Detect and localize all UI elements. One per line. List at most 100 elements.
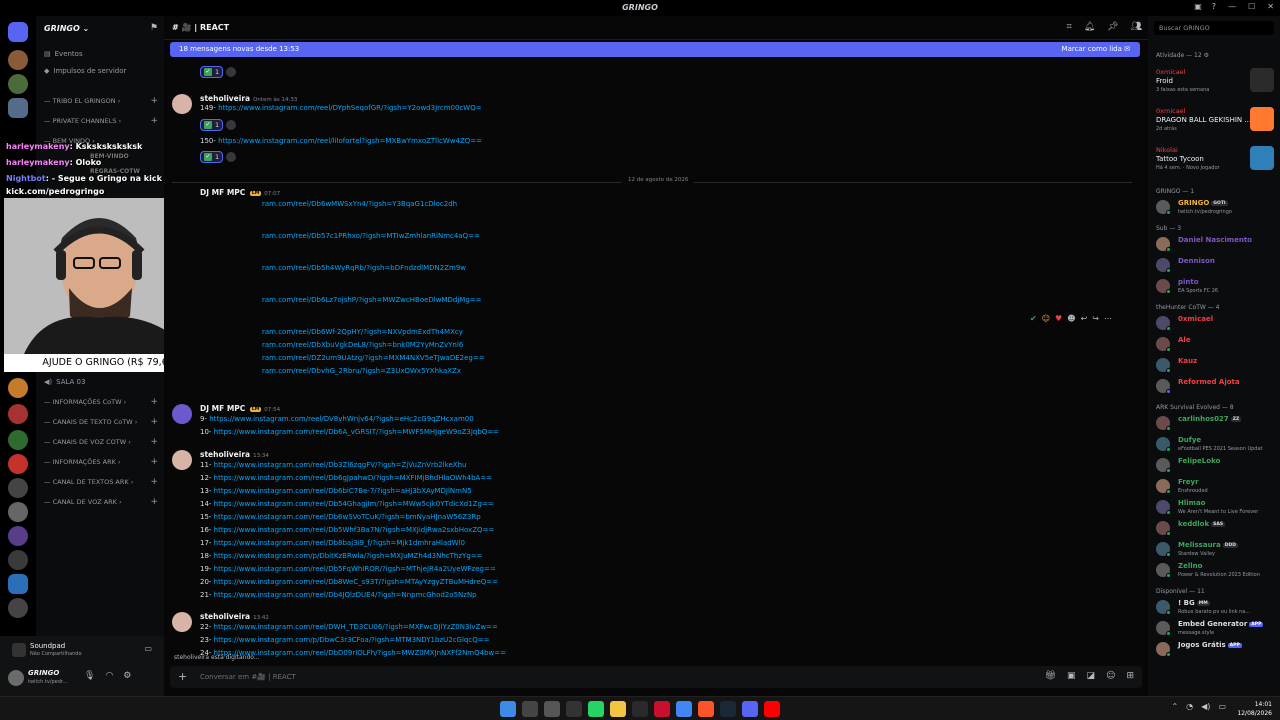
member-item[interactable]: pinto EA Sports FC 26 (1156, 277, 1278, 297)
link[interactable]: https://www.instagram.com/reel/Db4JQlzDU… (214, 591, 477, 599)
reaction-checkmark[interactable]: ✓ 1 (200, 119, 224, 131)
add-channel-icon[interactable]: + (150, 417, 158, 427)
link[interactable]: https://www.instagram.com/reel/DWH_TD3CU… (214, 623, 498, 631)
message-author[interactable]: DJ MF MPC LM 07:54 (200, 404, 280, 413)
member-item[interactable]: GRINGO GOTI twitch.tv/pedrogringo (1156, 198, 1278, 218)
brave-icon[interactable] (698, 701, 714, 717)
server-icon[interactable] (8, 550, 28, 570)
battery-icon[interactable]: ▭ (1218, 702, 1226, 711)
server-icon[interactable] (8, 50, 28, 70)
link[interactable]: ram.com/reel/Db6Lz7ojshP/?igsh=MWZwcHBoe… (262, 296, 482, 304)
link[interactable]: ram.com/reel/DbvhG_2Rbru/?igsh=Z3UxOWx5Y… (262, 367, 461, 375)
chevron-up-icon[interactable]: ⌃ (1171, 702, 1178, 711)
reaction-checkmark[interactable]: ✓ 1 (200, 66, 224, 78)
member-item[interactable]: 0xmicael (1156, 314, 1278, 334)
link[interactable]: https://www.instagram.com/reel/Db54Ghagj… (214, 500, 494, 508)
link[interactable]: ram.com/reel/Db57c1PRhxo/?igsh=MTIwZmhla… (262, 232, 480, 240)
link[interactable]: https://www.instagram.com/reel/Db3Zl6zqg… (214, 461, 467, 469)
member-item[interactable]: Dennison (1156, 256, 1278, 276)
link[interactable]: https://www.instagram.com/reel/Db6wSVoTC… (214, 513, 481, 521)
member-item[interactable]: keddlok SAS (1156, 519, 1278, 539)
server-icon[interactable] (8, 478, 28, 498)
help-icon[interactable]: ? (1212, 2, 1216, 11)
avatar[interactable] (172, 612, 192, 632)
current-user[interactable]: GRINGO twitch.tv/pedr... 🎙︎ ◠ ⚙ (8, 668, 158, 690)
wifi-icon[interactable]: ◔ (1186, 702, 1193, 711)
emoji-icon[interactable]: ☺ (1106, 671, 1115, 681)
category-text-cotw[interactable]: — CANAIS DE TEXTO CoTW › + (44, 417, 158, 427)
headphones-icon[interactable]: ◠ (105, 671, 113, 681)
link[interactable]: https://www.instagram.com/reel/Db6biC7Be… (214, 487, 472, 495)
server-icon[interactable] (8, 98, 28, 118)
sticker-icon[interactable]: ◪ (1087, 671, 1096, 681)
add-channel-icon[interactable]: + (150, 116, 158, 126)
link[interactable]: ram.com/reel/DZ2um9UAtzg/?igsh=MXM4NXV5e… (262, 354, 485, 362)
member-item[interactable]: Reformed Ajota (1156, 377, 1278, 397)
add-channel-icon[interactable]: + (150, 497, 158, 507)
settings-icon[interactable]: ⚙ (123, 671, 131, 681)
link[interactable]: ram.com/reel/Db6Wf-2QpHY/?igsh=NXVpdmExd… (262, 328, 463, 336)
category-voice-ark[interactable]: — CANAL DE VOZ ARK › + (44, 497, 158, 507)
home-icon[interactable] (8, 22, 28, 42)
add-reaction-icon[interactable] (226, 67, 237, 77)
link[interactable]: https://www.instagram.com/reel/DV8vhWnjv… (209, 415, 473, 423)
soundpad-status[interactable]: Soundpad Não Compartilhando ▭ (12, 640, 152, 660)
server-icon[interactable] (8, 404, 28, 424)
member-item[interactable]: Melissaura DDD Stardew Valley (1156, 540, 1278, 560)
link[interactable]: https://www.instagram.com/reel/Db8WeC_s9… (214, 578, 498, 586)
discord-icon[interactable] (742, 701, 758, 717)
member-item[interactable]: Dufye eFootball PES 2021 Season Updat (1156, 435, 1278, 455)
channel-boosts[interactable]: ◆ Impulsos de servidor (44, 67, 126, 75)
search-input[interactable]: Buscar GRINGO (1154, 21, 1274, 35)
category-private[interactable]: — PRIVATE CHANNELS › + (44, 116, 158, 126)
steam-icon[interactable] (720, 701, 736, 717)
activity-card[interactable]: 0xmicael Froid 3 faixas esta semana (1154, 66, 1276, 100)
avatar[interactable] (172, 450, 192, 470)
add-channel-icon[interactable]: + (150, 96, 158, 106)
link[interactable]: https://www.instagram.com/reel/Db8baj3i9… (214, 539, 465, 547)
server-icon[interactable] (8, 526, 28, 546)
member-item[interactable]: Freyr Enshrouded (1156, 477, 1278, 497)
add-reaction-icon[interactable]: ☻ (1067, 314, 1075, 323)
server-icon[interactable] (8, 74, 28, 94)
category-info-ark[interactable]: — INFORMAÇÕES ARK › + (44, 457, 158, 467)
member-item[interactable]: carlinhos027 ZZ (1156, 414, 1278, 434)
opera-icon[interactable] (654, 701, 670, 717)
pin-icon[interactable]: 📌︎ (1107, 22, 1118, 32)
message-composer[interactable]: + Conversar em #🎥 | REACT 🎁︎ ▣ ◪ ☺ ⊞ (170, 666, 1142, 688)
member-item[interactable]: Ale (1156, 335, 1278, 355)
message-author[interactable]: steholiveira 13:42 (200, 612, 269, 621)
message-author[interactable]: steholiveira Ontem às 14:33 (200, 94, 297, 103)
link[interactable]: https://www.instagram.com/reel/DYphSeqof… (218, 104, 481, 112)
youtube-icon[interactable] (764, 701, 780, 717)
threads-icon[interactable]: ⌗ (1067, 22, 1072, 32)
reaction-checkmark[interactable]: ✓ 1 (200, 151, 224, 163)
link[interactable]: ram.com/reel/Db5h4WyRqRb/?igsh=bDFndzdlM… (262, 264, 466, 272)
activity-card[interactable]: Nikolai Tattoo Tycoon Há 4 sem. · Novo Jog… (1154, 144, 1276, 178)
category-voice-cotw[interactable]: — CANAIS DE VOZ COTW › + (44, 437, 158, 447)
member-item[interactable]: FelipeLoko (1156, 456, 1278, 476)
reply-icon[interactable]: ↩ (1081, 314, 1088, 323)
member-list-icon[interactable]: 👥︎ (1131, 22, 1142, 32)
chrome-icon[interactable] (676, 701, 692, 717)
app-icon[interactable] (544, 701, 560, 717)
gif-icon[interactable]: ▣ (1067, 671, 1076, 681)
explorer-icon[interactable] (610, 701, 626, 717)
apps-icon[interactable]: ⊞ (1126, 671, 1134, 681)
add-member-icon[interactable]: ⚑ (150, 23, 158, 33)
clock[interactable]: 14:01 12/08/2026 (1237, 700, 1272, 718)
close-button[interactable]: ✕ (1267, 2, 1274, 11)
message-author[interactable]: steholiveira 13:34 (200, 450, 269, 459)
start-icon[interactable] (500, 701, 516, 717)
app-icon[interactable] (632, 701, 648, 717)
whatsapp-icon[interactable] (588, 701, 604, 717)
add-channel-icon[interactable]: + (150, 457, 158, 467)
member-item[interactable]: Embed Generator APP message.style (1156, 619, 1278, 639)
link[interactable]: ram.com/reel/DbXbuVgkDeL8/?igsh=bnk0M2Yy… (262, 341, 463, 349)
member-item[interactable]: Kauz (1156, 356, 1278, 376)
new-messages-bar[interactable]: 18 mensagens novas desde 13:53 Marcar co… (170, 42, 1140, 57)
heart-reaction-icon[interactable]: ♥ (1055, 314, 1062, 323)
gift-icon[interactable]: 🎁︎ (1045, 671, 1056, 681)
member-item[interactable]: Hlimao We Aren't Meant to Live Forever (1156, 498, 1278, 518)
volume-icon[interactable]: ◀) (1201, 702, 1210, 711)
